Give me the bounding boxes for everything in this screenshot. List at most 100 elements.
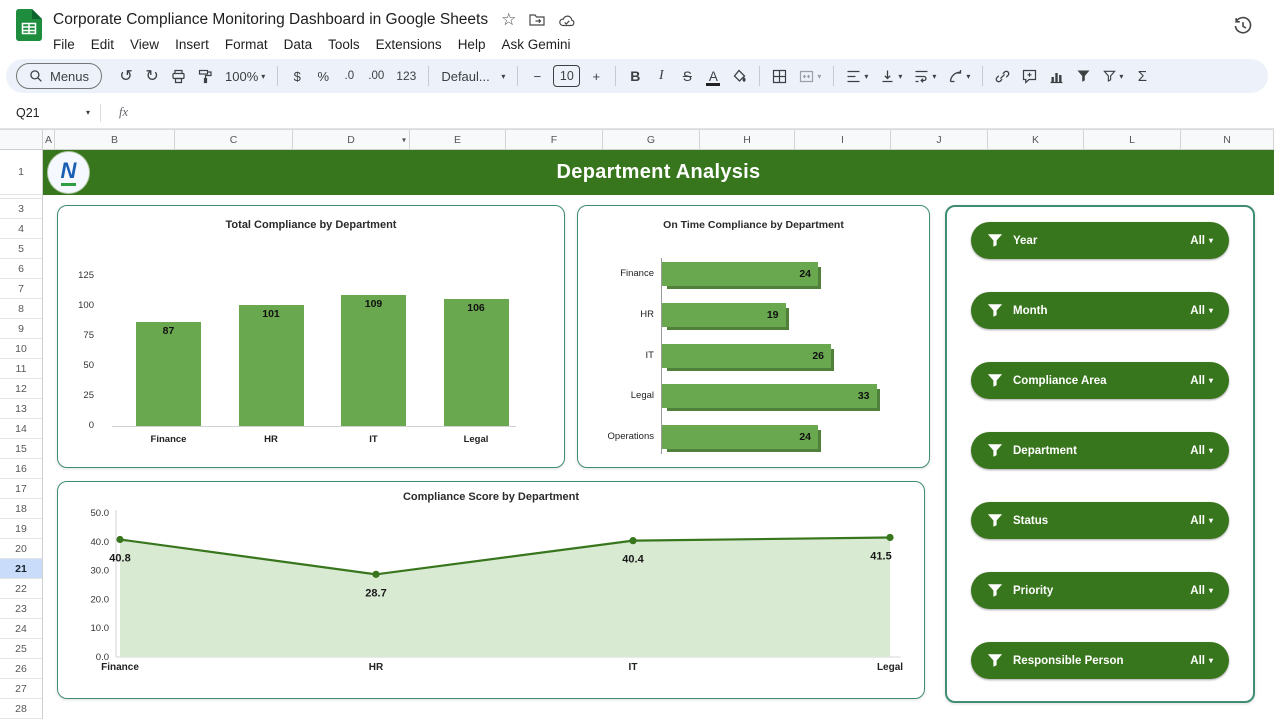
row-header-19[interactable]: 19 bbox=[0, 519, 42, 539]
increase-font-size-button[interactable]: + bbox=[584, 63, 608, 89]
borders-button[interactable] bbox=[767, 63, 792, 89]
row-header-14[interactable]: 14 bbox=[0, 419, 42, 439]
number-format-button[interactable]: 123 bbox=[391, 63, 421, 89]
column-header-D[interactable]: D▾ bbox=[293, 130, 410, 149]
column-filter-dropdown-icon[interactable]: ▾ bbox=[402, 135, 406, 144]
percent-format-button[interactable]: % bbox=[311, 63, 335, 89]
chart-on-time-compliance-by-department[interactable]: On Time Compliance by Department Finance… bbox=[577, 205, 930, 468]
create-filter-button[interactable] bbox=[1071, 63, 1096, 89]
menu-help[interactable]: Help bbox=[450, 34, 494, 55]
column-header-I[interactable]: I bbox=[795, 130, 891, 149]
italic-button[interactable]: I bbox=[649, 63, 673, 89]
row-header-16[interactable]: 16 bbox=[0, 459, 42, 479]
column-header-E[interactable]: E bbox=[410, 130, 506, 149]
text-wrap-button[interactable]: ▾ bbox=[909, 63, 941, 89]
insert-chart-button[interactable] bbox=[1044, 63, 1069, 89]
slicer-status[interactable]: StatusAll ▾ bbox=[971, 502, 1229, 539]
slicer-value-dropdown[interactable]: All ▾ bbox=[1190, 235, 1213, 247]
row-header-1[interactable]: 1 bbox=[0, 150, 42, 195]
row-header-21[interactable]: 21 bbox=[0, 559, 42, 579]
row-header-10[interactable]: 10 bbox=[0, 339, 42, 359]
menu-format[interactable]: Format bbox=[217, 34, 276, 55]
version-history-icon[interactable] bbox=[1232, 15, 1254, 37]
row-header-22[interactable]: 22 bbox=[0, 579, 42, 599]
move-to-folder-icon[interactable] bbox=[529, 12, 545, 27]
row-header-9[interactable]: 9 bbox=[0, 319, 42, 339]
strikethrough-button[interactable]: S bbox=[675, 63, 699, 89]
functions-button[interactable]: Σ bbox=[1130, 63, 1154, 89]
select-all-corner[interactable] bbox=[0, 130, 43, 149]
text-rotation-button[interactable]: ▾ bbox=[943, 63, 975, 89]
slicer-department[interactable]: DepartmentAll ▾ bbox=[971, 432, 1229, 469]
row-header-20[interactable]: 20 bbox=[0, 539, 42, 559]
vertical-align-button[interactable]: ▾ bbox=[875, 63, 907, 89]
print-button[interactable] bbox=[166, 63, 191, 89]
merge-cells-button[interactable]: ▾ bbox=[794, 63, 826, 89]
row-header-23[interactable]: 23 bbox=[0, 599, 42, 619]
star-icon[interactable]: ☆ bbox=[501, 10, 516, 30]
paint-format-button[interactable] bbox=[193, 63, 218, 89]
menu-file[interactable]: File bbox=[45, 34, 83, 55]
row-header-18[interactable]: 18 bbox=[0, 499, 42, 519]
formula-input[interactable] bbox=[138, 97, 1274, 128]
slicer-value-dropdown[interactable]: All ▾ bbox=[1190, 305, 1213, 317]
chart-compliance-score-by-department[interactable]: Compliance Score by Department 0.010.020… bbox=[57, 481, 925, 699]
column-header-G[interactable]: G bbox=[603, 130, 700, 149]
column-header-C[interactable]: C bbox=[175, 130, 293, 149]
insert-link-button[interactable] bbox=[990, 63, 1015, 89]
font-size-input[interactable]: 10 bbox=[553, 65, 580, 87]
font-select[interactable]: Defaul...▾ bbox=[436, 63, 510, 89]
row-header-7[interactable]: 7 bbox=[0, 279, 42, 299]
zoom-select[interactable]: 100%▾ bbox=[220, 63, 270, 89]
cloud-saved-icon[interactable] bbox=[558, 13, 576, 27]
row-header-15[interactable]: 15 bbox=[0, 439, 42, 459]
document-title[interactable]: Corporate Compliance Monitoring Dashboar… bbox=[53, 11, 488, 29]
slicer-priority[interactable]: PriorityAll ▾ bbox=[971, 572, 1229, 609]
decrease-font-size-button[interactable]: − bbox=[525, 63, 549, 89]
menu-insert[interactable]: Insert bbox=[167, 34, 217, 55]
column-header-N[interactable]: N bbox=[1181, 130, 1274, 149]
column-header-F[interactable]: F bbox=[506, 130, 603, 149]
insert-comment-button[interactable] bbox=[1017, 63, 1042, 89]
slicer-value-dropdown[interactable]: All ▾ bbox=[1190, 445, 1213, 457]
chart-total-compliance-by-department[interactable]: Total Compliance by Department 025507510… bbox=[57, 205, 565, 468]
decrease-decimal-button[interactable]: .0 bbox=[337, 63, 361, 89]
menus-button[interactable]: Menus bbox=[16, 63, 102, 89]
slicer-value-dropdown[interactable]: All ▾ bbox=[1190, 375, 1213, 387]
column-header-K[interactable]: K bbox=[988, 130, 1084, 149]
row-header-4[interactable]: 4 bbox=[0, 219, 42, 239]
row-header-3[interactable]: 3 bbox=[0, 199, 42, 219]
slicer-value-dropdown[interactable]: All ▾ bbox=[1190, 585, 1213, 597]
sheet-area[interactable]: N Department Analysis Total Compliance b… bbox=[43, 150, 1274, 719]
column-header-J[interactable]: J bbox=[891, 130, 988, 149]
slicer-year[interactable]: YearAll ▾ bbox=[971, 222, 1229, 259]
row-header-11[interactable]: 11 bbox=[0, 359, 42, 379]
column-header-A[interactable]: A bbox=[43, 130, 55, 149]
row-header-28[interactable]: 28 bbox=[0, 699, 42, 719]
row-header-12[interactable]: 12 bbox=[0, 379, 42, 399]
slicer-compliance-area[interactable]: Compliance AreaAll ▾ bbox=[971, 362, 1229, 399]
fill-color-button[interactable] bbox=[727, 63, 752, 89]
slicer-responsible-person[interactable]: Responsible PersonAll ▾ bbox=[971, 642, 1229, 679]
undo-button[interactable]: ↺ bbox=[114, 63, 138, 89]
row-header-24[interactable]: 24 bbox=[0, 619, 42, 639]
menu-data[interactable]: Data bbox=[276, 34, 321, 55]
row-header-5[interactable]: 5 bbox=[0, 239, 42, 259]
column-header-L[interactable]: L bbox=[1084, 130, 1181, 149]
row-header-17[interactable]: 17 bbox=[0, 479, 42, 499]
row-header-27[interactable]: 27 bbox=[0, 679, 42, 699]
name-box[interactable]: Q21 ▾ bbox=[8, 106, 94, 120]
row-header-25[interactable]: 25 bbox=[0, 639, 42, 659]
slicer-value-dropdown[interactable]: All ▾ bbox=[1190, 515, 1213, 527]
slicer-month[interactable]: MonthAll ▾ bbox=[971, 292, 1229, 329]
column-header-H[interactable]: H bbox=[700, 130, 795, 149]
bold-button[interactable]: B bbox=[623, 63, 647, 89]
row-header-26[interactable]: 26 bbox=[0, 659, 42, 679]
horizontal-align-button[interactable]: ▾ bbox=[841, 63, 873, 89]
slicer-value-dropdown[interactable]: All ▾ bbox=[1190, 655, 1213, 667]
row-header-8[interactable]: 8 bbox=[0, 299, 42, 319]
menu-tools[interactable]: Tools bbox=[320, 34, 368, 55]
menu-edit[interactable]: Edit bbox=[83, 34, 122, 55]
redo-button[interactable]: ↻ bbox=[140, 63, 164, 89]
text-color-button[interactable]: A bbox=[701, 63, 725, 89]
